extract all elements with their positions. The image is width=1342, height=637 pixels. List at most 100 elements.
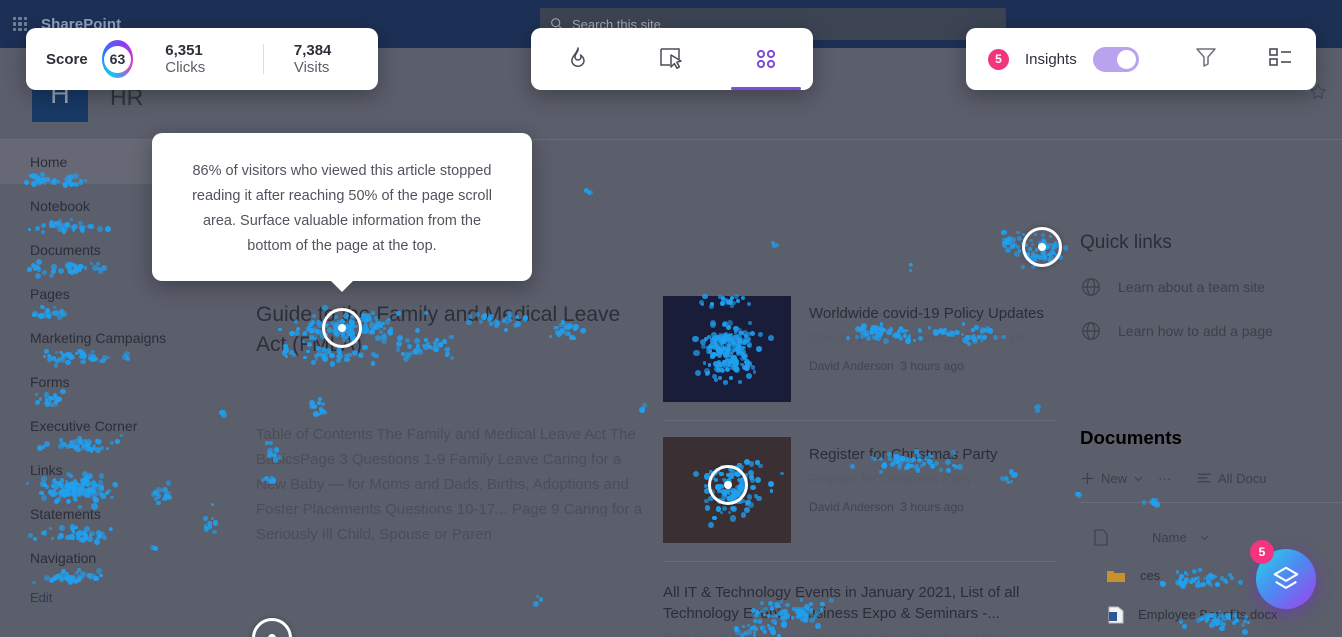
more-options-button[interactable]: ··· bbox=[1158, 471, 1171, 486]
all-documents-view-button[interactable]: All Docu bbox=[1197, 471, 1266, 486]
quick-links-webpart: Quick links Learn about a team site Lear… bbox=[1080, 232, 1342, 342]
news-item[interactable]: Worldwide covid-19 Policy Updates Countr… bbox=[663, 296, 1057, 420]
file-icon bbox=[1094, 529, 1108, 546]
insights-label: Insights bbox=[1025, 50, 1077, 68]
documents-command-bar: New ··· All Docu bbox=[1080, 471, 1342, 486]
news-author: David Anderson bbox=[809, 500, 894, 514]
quick-link-label: Learn how to add a page bbox=[1118, 323, 1273, 339]
list-view-icon bbox=[1197, 473, 1212, 483]
scrollmap-view-tab[interactable] bbox=[719, 28, 813, 90]
quick-link-item[interactable]: Learn about a team site bbox=[1080, 276, 1342, 298]
click-map-cursor-icon bbox=[660, 48, 682, 69]
filter-button[interactable] bbox=[1194, 45, 1218, 74]
news-author: David Anderson bbox=[809, 359, 894, 373]
chevron-down-icon bbox=[1134, 476, 1143, 481]
clicks-label: Clicks bbox=[165, 59, 206, 76]
insights-count-badge: 5 bbox=[988, 48, 1009, 70]
chevron-down-icon[interactable] bbox=[1199, 532, 1210, 543]
plus-icon bbox=[1081, 472, 1094, 484]
news-description: Register for Christmas Party:... bbox=[809, 471, 987, 486]
hero-body: Table of Contents The Family and Medical… bbox=[256, 426, 643, 543]
sidebar-item-label: Forms bbox=[30, 374, 70, 390]
news-description: Country policy responses (COVID-19... bbox=[809, 330, 1034, 345]
view-switcher-panel bbox=[531, 28, 813, 90]
new-button-label: New bbox=[1101, 470, 1128, 486]
new-button[interactable]: New bbox=[1080, 471, 1144, 486]
tooltip-tail bbox=[331, 281, 353, 292]
layers-stack-icon bbox=[1273, 566, 1299, 589]
globe-icon bbox=[1082, 322, 1100, 340]
divider bbox=[663, 561, 1057, 562]
news-thumbnail bbox=[663, 296, 791, 402]
divider bbox=[663, 420, 1057, 421]
sidebar-item-label: Home bbox=[30, 154, 68, 170]
insight-tooltip-text: 86% of visitors who viewed this article … bbox=[192, 163, 492, 254]
insights-toggle[interactable] bbox=[1092, 46, 1139, 72]
globe-icon bbox=[1082, 278, 1100, 296]
clickmap-view-tab[interactable] bbox=[625, 28, 719, 90]
folder-icon bbox=[1107, 570, 1125, 582]
list-layout-button[interactable] bbox=[1268, 46, 1294, 73]
document-name: ces bbox=[1140, 568, 1161, 584]
flame-icon bbox=[571, 47, 585, 67]
sidebar-item-marketing-campaigns[interactable]: Marketing Campaigns bbox=[0, 316, 224, 360]
sidebar-item-label: Documents bbox=[30, 242, 101, 258]
news-meta: David Anderson 3 hours ago bbox=[809, 500, 997, 514]
insight-marker[interactable] bbox=[1022, 227, 1062, 267]
quick-link-item[interactable]: Learn how to add a page bbox=[1080, 320, 1342, 342]
funnel-filter-icon bbox=[1196, 47, 1216, 67]
sidebar-item-forms[interactable]: Forms bbox=[0, 360, 224, 404]
hero-title: Guide to the Family and Medical Leave Ac… bbox=[256, 303, 621, 356]
sidebar-item-label: Pages bbox=[30, 286, 70, 302]
news-description: Date Event Name Venue Description Type: … bbox=[663, 630, 1057, 637]
heatmap-view-tab[interactable] bbox=[531, 28, 625, 90]
sidebar-item-label: Statements bbox=[30, 506, 101, 522]
analytics-overlay-screen: SharePoint Search this site H HR Home No… bbox=[0, 0, 1342, 637]
four-dot-grid-icon bbox=[756, 49, 776, 69]
visits-stat: 7,384 Visits bbox=[294, 42, 358, 76]
score-value: 63 bbox=[103, 45, 131, 73]
sidebar-item-statements[interactable]: Statements bbox=[0, 492, 224, 536]
word-doc-icon bbox=[1108, 606, 1124, 624]
visits-label: Visits bbox=[293, 59, 330, 76]
news-time: 3 hours ago bbox=[900, 359, 964, 373]
score-panel: Score 63 6,351 Clicks 7,384 Visits bbox=[26, 28, 378, 90]
score-label: Score bbox=[46, 50, 88, 68]
documents-heading: Documents bbox=[1080, 426, 1182, 448]
app-launcher-icon[interactable] bbox=[13, 17, 27, 31]
divider bbox=[1080, 501, 1342, 503]
sharepoint-page: SharePoint Search this site H HR Home No… bbox=[0, 0, 1342, 637]
sidebar-item-label: Navigation bbox=[30, 550, 97, 566]
sidebar-item-label: Links bbox=[30, 462, 63, 478]
news-item[interactable]: All IT & Technology Events in January 20… bbox=[663, 578, 1057, 637]
news-title: All IT & Technology Events in January 20… bbox=[663, 584, 1020, 622]
news-time: 3 hours ago bbox=[900, 500, 964, 514]
sidebar-item-executive-corner[interactable]: Executive Corner bbox=[0, 404, 224, 448]
all-documents-label: All Docu bbox=[1218, 470, 1267, 486]
quick-link-label: Learn about a team site bbox=[1118, 279, 1266, 295]
insights-panel: 5 Insights bbox=[966, 28, 1316, 90]
news-meta: David Anderson 3 hours ago bbox=[809, 359, 1044, 373]
divider bbox=[263, 44, 264, 74]
edit-navigation-link[interactable]: Edit bbox=[0, 590, 224, 605]
sidebar-item-links[interactable]: Links bbox=[0, 448, 224, 492]
list-layout-icon bbox=[1269, 47, 1291, 66]
visits-value: 7,384 bbox=[293, 42, 332, 59]
documents-column-header: Name bbox=[1080, 529, 1342, 546]
sidebar-item-label: Marketing Campaigns bbox=[30, 330, 167, 346]
sidebar-item-navigation[interactable]: Navigation bbox=[0, 536, 224, 580]
clicks-value: 6,351 bbox=[165, 42, 203, 59]
insight-marker[interactable] bbox=[708, 465, 748, 505]
clicks-stat: 6,351 Clicks bbox=[165, 42, 233, 76]
document-row[interactable]: Employee Benefits.docx bbox=[1080, 606, 1342, 624]
column-header-name[interactable]: Name bbox=[1152, 530, 1187, 545]
insight-tooltip: 86% of visitors who viewed this article … bbox=[152, 133, 532, 292]
hero-article[interactable]: Guide to the Family and Medical Leave Ac… bbox=[256, 300, 648, 547]
sidebar-item-label: Notebook bbox=[30, 198, 90, 214]
sidebar-item-label: Executive Corner bbox=[30, 418, 138, 434]
toggle-knob bbox=[1116, 49, 1136, 69]
document-name: Employee Benefits.docx bbox=[1138, 607, 1278, 623]
score-ring: 63 bbox=[101, 40, 134, 78]
insight-marker[interactable] bbox=[322, 308, 362, 348]
quick-links-heading: Quick links bbox=[1080, 232, 1172, 253]
